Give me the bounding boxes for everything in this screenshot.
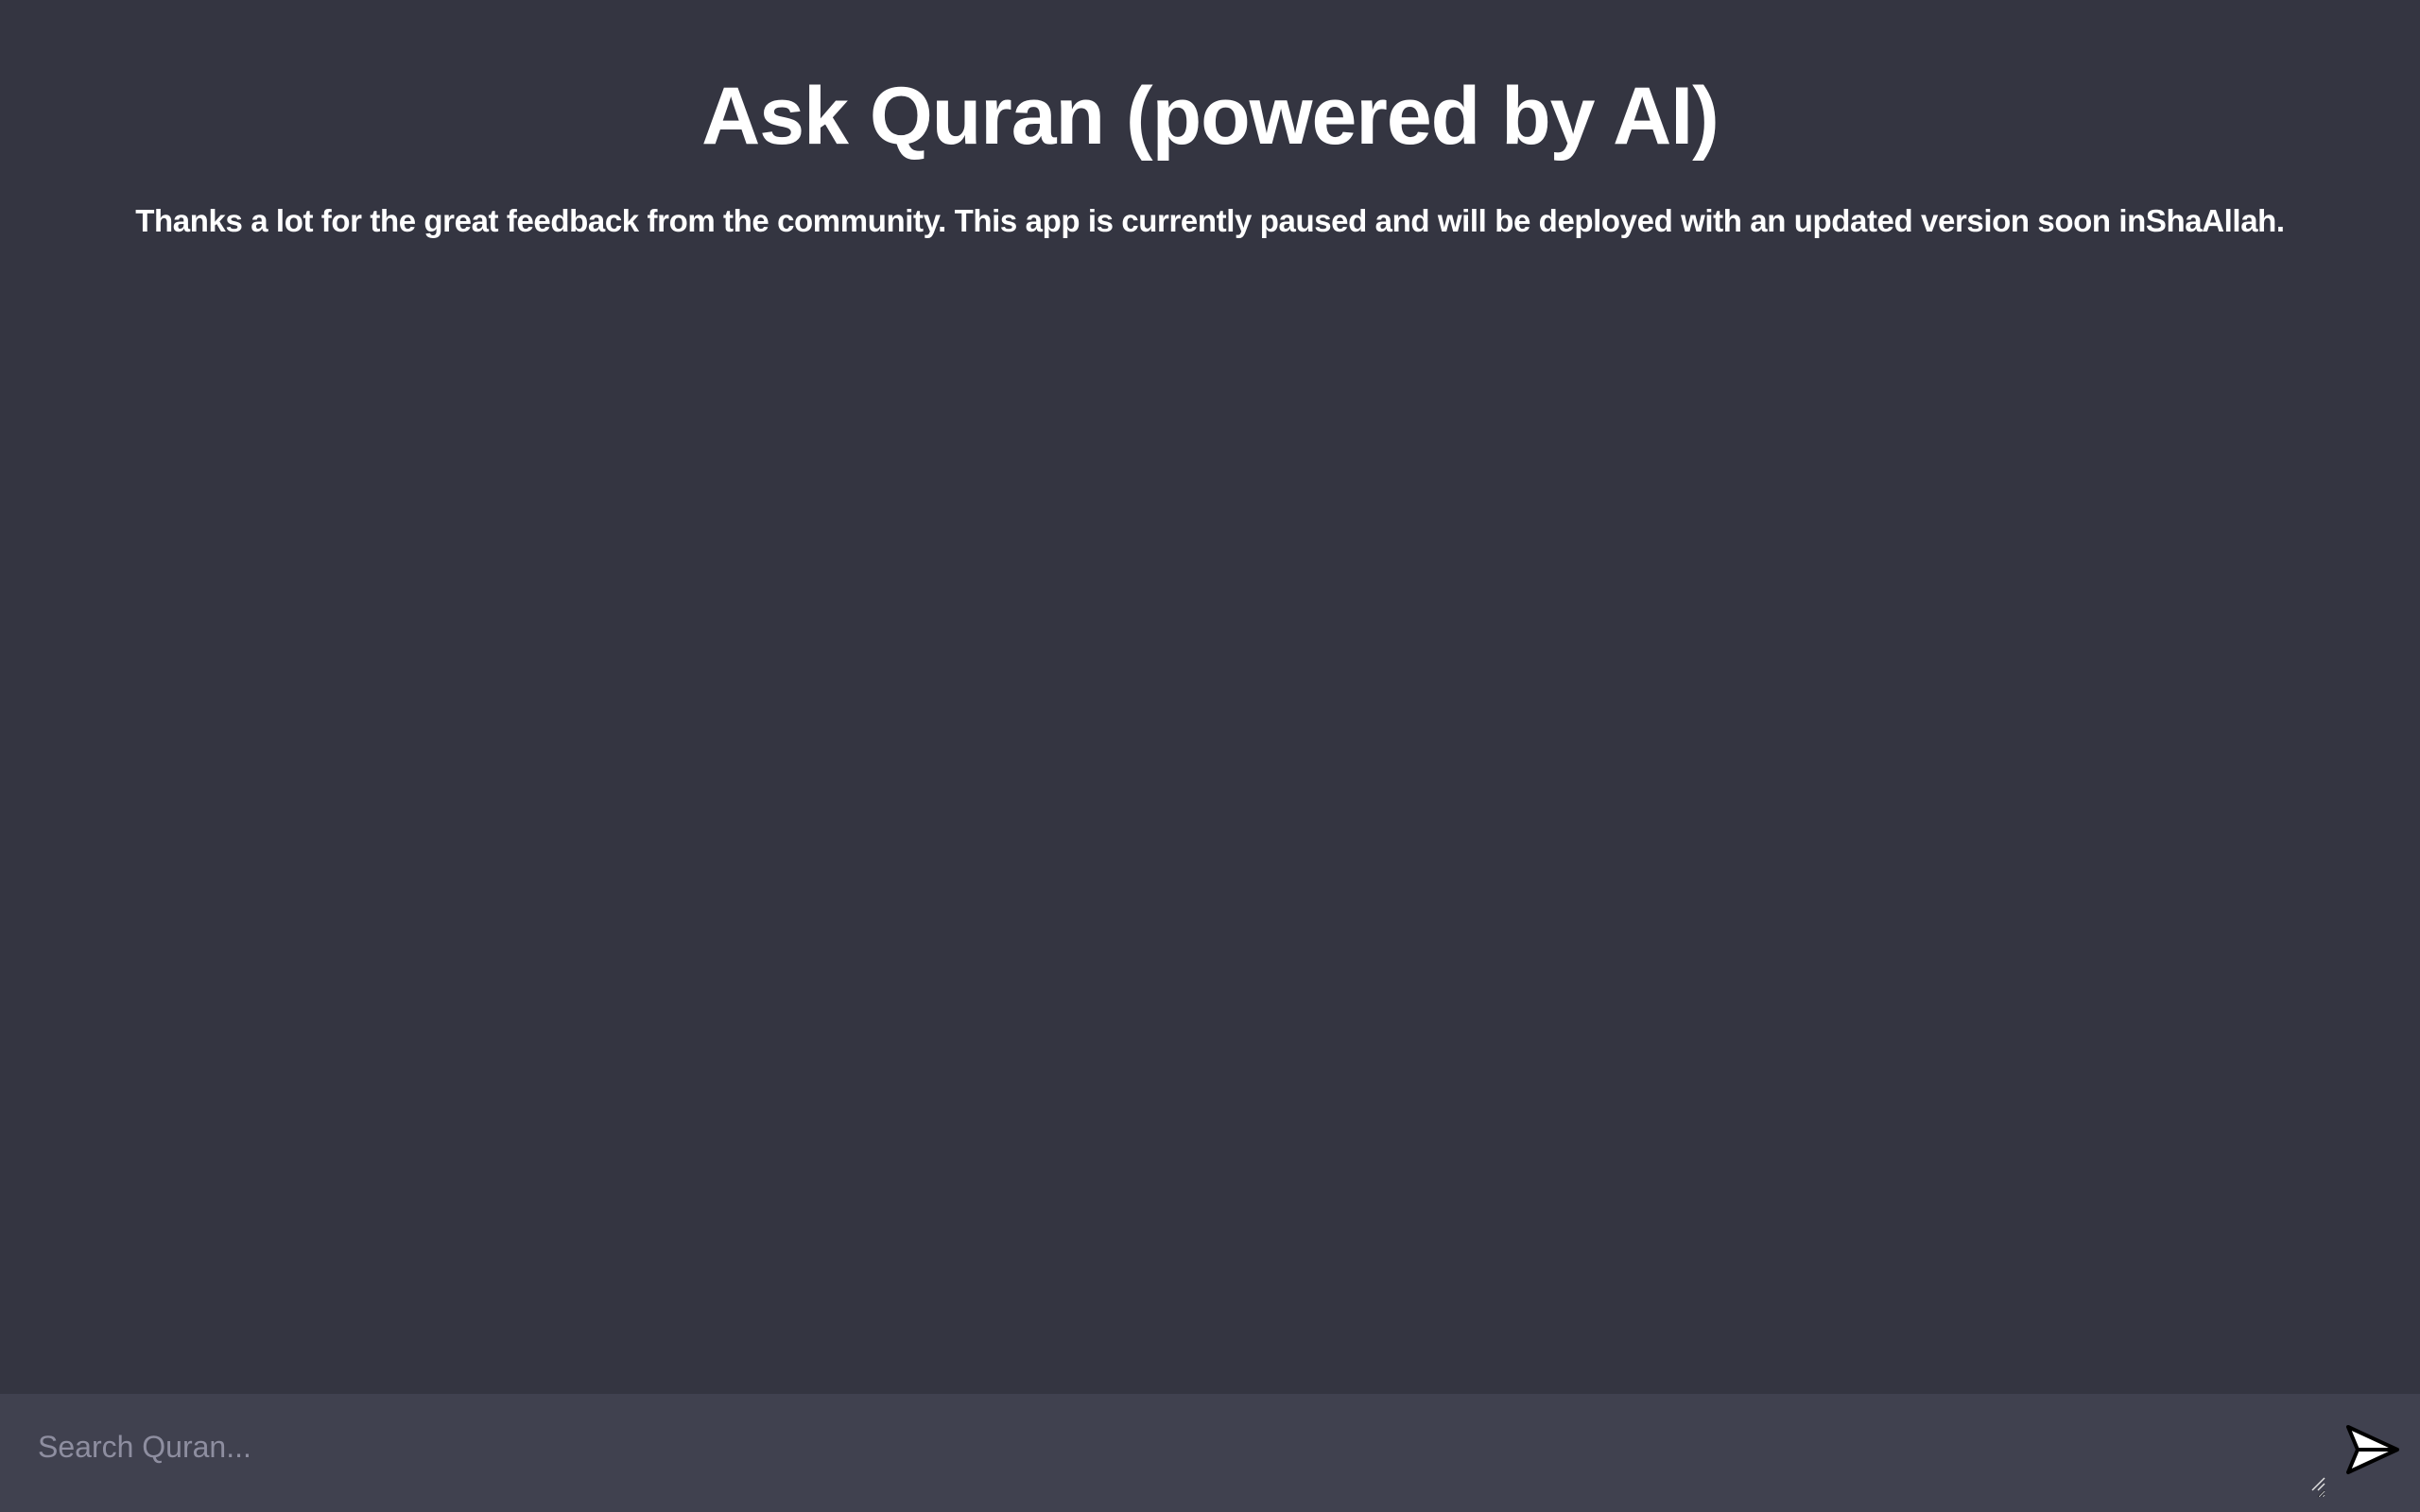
page-title: Ask Quran (powered by AI) <box>701 71 1720 162</box>
paused-notice: Thanks a lot for the great feedback from… <box>135 203 2285 238</box>
search-input[interactable] <box>0 1394 2325 1498</box>
main-area: Ask Quran (powered by AI) Thanks a lot f… <box>0 0 2420 1394</box>
search-composer <box>0 1394 2420 1512</box>
send-icon <box>2346 1425 2399 1474</box>
send-button[interactable] <box>2342 1419 2403 1480</box>
